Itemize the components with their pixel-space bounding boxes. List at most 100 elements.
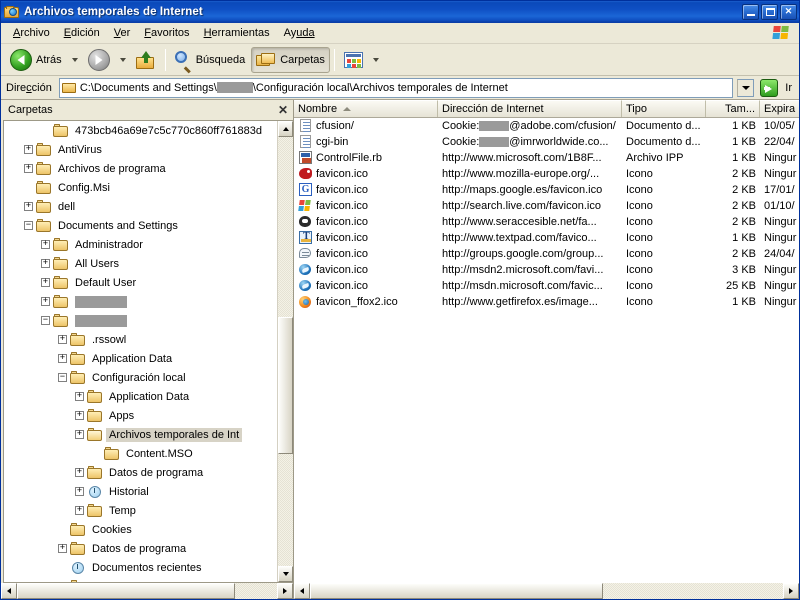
tree-scroll-track[interactable] [278, 137, 293, 566]
tree-hscroll-right-button[interactable] [277, 583, 293, 599]
list-hscroll-right-button[interactable] [783, 583, 799, 599]
file-row[interactable]: favicon.ico http://www.seraccesible.net/f… [294, 214, 799, 230]
expand-plus-icon[interactable]: + [24, 145, 33, 154]
column-header-expira[interactable]: Expira [760, 100, 799, 117]
tree-scroll-down-button[interactable] [278, 566, 293, 582]
tree-hscroll-left-button[interactable] [1, 583, 17, 599]
file-row[interactable]: favicon.ico http://msdn2.microsoft.com/fa… [294, 262, 799, 278]
expand-plus-icon[interactable]: + [41, 259, 50, 268]
expand-plus-icon[interactable]: + [58, 544, 67, 553]
file-row[interactable]: favicon.ico http://msdn.microsoft.com/fav… [294, 278, 799, 294]
file-row[interactable]: favicon.ico http://www.mozilla-europe.org… [294, 166, 799, 182]
back-button[interactable]: Atrás [5, 47, 67, 73]
file-row[interactable]: cgi-bin Cookie: @imrworldwide.co... Documen… [294, 134, 799, 150]
tree-item[interactable]: +Entorno de red [4, 577, 277, 582]
tree-item[interactable]: + Datos de programa [4, 539, 277, 558]
tree-item[interactable]: + All Users [4, 254, 277, 273]
tree-item[interactable]: + .rssowl [4, 330, 277, 349]
maximize-button[interactable] [761, 3, 778, 20]
tree-scroll-up-button[interactable] [278, 121, 293, 137]
tree-item[interactable]: + Historial [4, 482, 277, 501]
expand-plus-icon[interactable]: + [24, 164, 33, 173]
tree-item[interactable]: + Archivos temporales de Int [4, 425, 277, 444]
tree-item[interactable]: + [4, 292, 277, 311]
tree-item[interactable]: + AntiVirus [4, 140, 277, 159]
close-button[interactable]: ✕ [780, 3, 797, 20]
expand-plus-icon[interactable]: + [75, 468, 84, 477]
expand-plus-icon[interactable]: + [75, 430, 84, 439]
tree-horizontal-scrollbar[interactable] [1, 583, 293, 599]
menu-favoritos[interactable]: Favoritos [137, 24, 196, 42]
tree-scroll-thumb[interactable] [278, 317, 293, 455]
minimize-button[interactable] [742, 3, 759, 20]
folders-pane-close-icon[interactable]: ✕ [278, 104, 288, 116]
forward-button[interactable] [83, 47, 115, 73]
column-header-nombre[interactable]: Nombre [294, 100, 438, 117]
search-button[interactable]: Búsqueda [170, 47, 251, 73]
collapse-minus-icon[interactable]: − [58, 373, 67, 382]
tree-item[interactable]: 473bcb46a69e7c5c770c860ff761883d [4, 121, 277, 140]
tree-item[interactable]: + Administrador [4, 235, 277, 254]
expand-plus-icon[interactable]: + [75, 487, 84, 496]
collapse-minus-icon[interactable]: − [24, 221, 33, 230]
list-hscroll-left-button[interactable] [294, 583, 310, 599]
list-horizontal-scrollbar[interactable] [294, 583, 799, 599]
expand-plus-icon[interactable]: + [58, 354, 67, 363]
menu-ayuda[interactable]: Ayuda [277, 24, 322, 42]
forward-dropdown-icon[interactable] [119, 57, 126, 62]
go-button[interactable]: Ir [758, 78, 796, 97]
tree-hscroll-track[interactable] [17, 583, 277, 599]
folder-tree[interactable]: 473bcb46a69e7c5c770c860ff761883d + AntiVir… [4, 121, 277, 582]
tree-hscroll-thumb[interactable] [17, 583, 236, 599]
file-row[interactable]: favicon_ffox2.ico http://www.getfirefox.e… [294, 294, 799, 310]
tree-item[interactable]: + Archivos de programa [4, 159, 277, 178]
collapse-minus-icon[interactable]: − [41, 316, 50, 325]
column-header-tipo[interactable]: Tipo [622, 100, 706, 117]
column-header-tam[interactable]: Tam... [706, 100, 760, 117]
file-row[interactable]: ControlFile.rb http://www.microsoft.com/1… [294, 150, 799, 166]
menu-ver[interactable]: Ver [107, 24, 138, 42]
menu-herramientas[interactable]: Herramientas [197, 24, 277, 42]
tree-item[interactable]: − Documents and Settings [4, 216, 277, 235]
tree-item[interactable]: + dell [4, 197, 277, 216]
tree-item[interactable]: + Apps [4, 406, 277, 425]
address-input[interactable]: C:\Documents and Settings\ \Configuración… [58, 77, 734, 98]
back-dropdown-icon[interactable] [71, 57, 78, 62]
tree-item[interactable]: Content.MSO [4, 444, 277, 463]
address-dropdown-button[interactable] [737, 78, 755, 97]
menu-edicion[interactable]: Edición [57, 24, 107, 42]
tree-item[interactable]: − Configuración local [4, 368, 277, 387]
expand-plus-icon[interactable]: + [41, 240, 50, 249]
views-dropdown-icon[interactable] [372, 57, 379, 62]
file-row[interactable]: Gfavicon.ico http://maps.google.es/favico… [294, 182, 799, 198]
up-button[interactable] [131, 47, 161, 73]
tree-item[interactable]: Config.Msi [4, 178, 277, 197]
expand-plus-icon[interactable]: + [24, 202, 33, 211]
expand-plus-icon[interactable]: + [41, 278, 50, 287]
file-row[interactable]: favicon.ico http://www.textpad.com/favico… [294, 230, 799, 246]
expand-plus-icon[interactable]: + [41, 297, 50, 306]
menu-archivo[interactable]: Archivo [6, 24, 57, 42]
file-row[interactable]: cfusion/Cookie: @adobe.com/cfusion/Docume… [294, 118, 799, 134]
list-hscroll-track[interactable] [310, 583, 783, 599]
expand-plus-icon[interactable]: + [58, 335, 67, 344]
expand-plus-icon[interactable]: + [75, 392, 84, 401]
folders-button[interactable]: Carpetas [251, 46, 330, 73]
tree-item[interactable]: + Application Data [4, 349, 277, 368]
tree-item[interactable]: − [4, 311, 277, 330]
file-row[interactable]: favicon.ico http://search.live.com/favico… [294, 198, 799, 214]
file-row[interactable]: favicon.ico http://groups.google.com/grou… [294, 246, 799, 262]
file-list[interactable]: cfusion/Cookie: @adobe.com/cfusion/Docume… [294, 118, 799, 583]
tree-item[interactable]: Documentos recientes [4, 558, 277, 577]
tree-item[interactable]: + Application Data [4, 387, 277, 406]
views-button[interactable] [339, 47, 368, 73]
expand-plus-icon[interactable]: + [75, 411, 84, 420]
expand-plus-icon[interactable]: + [75, 506, 84, 515]
list-hscroll-thumb[interactable] [310, 583, 604, 599]
tree-item[interactable]: Cookies [4, 520, 277, 539]
tree-item[interactable]: + Default User [4, 273, 277, 292]
column-header-direccindeinternet[interactable]: Dirección de Internet [438, 100, 622, 117]
tree-item[interactable]: + Temp [4, 501, 277, 520]
tree-vertical-scrollbar[interactable] [277, 121, 293, 582]
tree-item[interactable]: + Datos de programa [4, 463, 277, 482]
